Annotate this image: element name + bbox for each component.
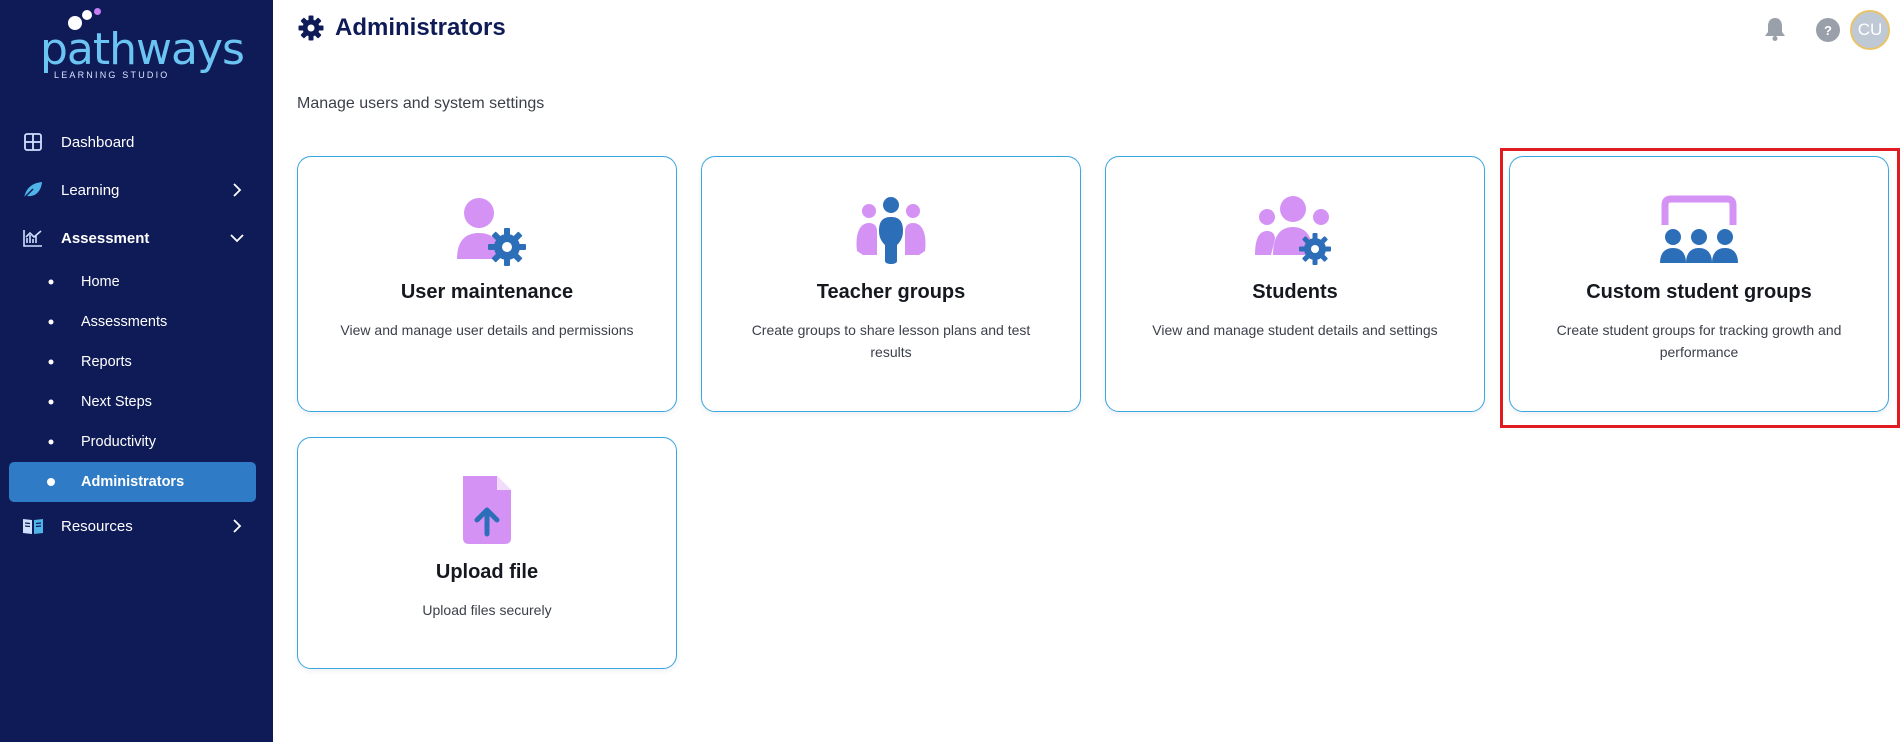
card-description: View and manage student details and sett… — [1152, 322, 1438, 338]
sidebar-item-assessment[interactable]: Assessment — [0, 214, 273, 262]
bullet-icon — [48, 279, 54, 285]
card-description: Create groups to share lesson plans and … — [751, 322, 1031, 360]
subnav-item-next-steps[interactable]: Next Steps — [9, 382, 256, 422]
subnav-item-reports[interactable]: Reports — [9, 342, 256, 382]
subnav-item-label: Productivity — [81, 434, 156, 450]
subnav-item-label: Administrators — [81, 474, 185, 490]
card-description: View and manage user details and permiss… — [340, 322, 634, 338]
teacher-group-icon — [849, 195, 933, 271]
card-title: Students — [1252, 281, 1338, 303]
subnav-item-home[interactable]: Home — [9, 262, 256, 302]
subnav-item-label: Next Steps — [81, 394, 152, 410]
sidebar: pathways LEARNING STUDIO Dashboard Learn… — [0, 0, 273, 742]
app-root: pathways LEARNING STUDIO Dashboard Learn… — [0, 0, 1900, 742]
page-header: Administrators — [297, 14, 506, 42]
card-upload-file[interactable]: Upload file Upload files securely — [297, 437, 677, 669]
sidebar-item-label: Assessment — [61, 229, 150, 247]
sidebar-item-learning[interactable]: Learning — [0, 166, 273, 214]
card-title: Upload file — [435, 561, 539, 583]
subnav-item-administrators[interactable]: Administrators — [9, 462, 256, 502]
subnav-item-label: Home — [81, 274, 120, 290]
bell-icon[interactable] — [1763, 16, 1787, 42]
logo-word: pathways — [40, 24, 245, 75]
subnav-item-label: Assessments — [81, 314, 168, 330]
sidebar-item-dashboard[interactable]: Dashboard — [0, 118, 273, 166]
book-icon — [22, 515, 44, 537]
gear-icon — [297, 14, 325, 42]
students-gear-icon — [1253, 195, 1337, 271]
sidebar-item-label: Resources — [61, 517, 133, 535]
page-title: Administrators — [335, 14, 506, 41]
chevron-down-icon — [229, 230, 245, 246]
page-subtitle: Manage users and system settings — [297, 95, 545, 112]
subnav-item-assessments[interactable]: Assessments — [9, 302, 256, 342]
logo-subtitle: LEARNING STUDIO — [54, 70, 170, 80]
dashboard-icon — [22, 131, 44, 153]
bullet-icon — [48, 439, 54, 445]
sidebar-nav: Dashboard Learning Assessment Home Asses… — [0, 118, 273, 550]
help-icon[interactable]: ? — [1816, 18, 1840, 42]
pathways-logo[interactable]: pathways LEARNING STUDIO — [36, 8, 245, 80]
card-title: User maintenance — [400, 281, 574, 303]
sidebar-item-label: Learning — [61, 181, 120, 199]
assessment-subnav: Home Assessments Reports Next Steps Prod… — [0, 262, 273, 502]
bullet-icon — [48, 359, 54, 365]
card-students[interactable]: Students View and manage student details… — [1105, 156, 1485, 412]
bullet-icon — [48, 319, 54, 325]
card-teacher-groups[interactable]: Teacher groups Create groups to share le… — [701, 156, 1081, 412]
chevron-right-icon — [229, 518, 245, 534]
user-gear-icon — [445, 195, 529, 271]
chart-trend-icon — [22, 227, 44, 249]
card-custom-student-groups[interactable]: Custom student groups Create student gro… — [1509, 156, 1889, 412]
card-title: Custom student groups — [1586, 281, 1812, 303]
card-description: Upload files securely — [422, 602, 552, 618]
bullet-icon — [48, 399, 54, 405]
card-user-maintenance[interactable]: User maintenance View and manage user de… — [297, 156, 677, 412]
subnav-item-label: Reports — [81, 354, 132, 370]
sidebar-item-label: Dashboard — [61, 133, 135, 151]
card-description: Create student groups for tracking growt… — [1556, 322, 1842, 360]
leaf-icon — [22, 179, 44, 201]
sidebar-item-resources[interactable]: Resources — [0, 502, 273, 550]
custom-group-icon — [1657, 195, 1741, 271]
card-title: Teacher groups — [816, 281, 966, 303]
chevron-right-icon — [229, 182, 245, 198]
avatar[interactable]: CU — [1850, 10, 1890, 50]
file-upload-icon — [445, 476, 529, 552]
bullet-icon — [47, 478, 55, 486]
subnav-item-productivity[interactable]: Productivity — [9, 422, 256, 462]
